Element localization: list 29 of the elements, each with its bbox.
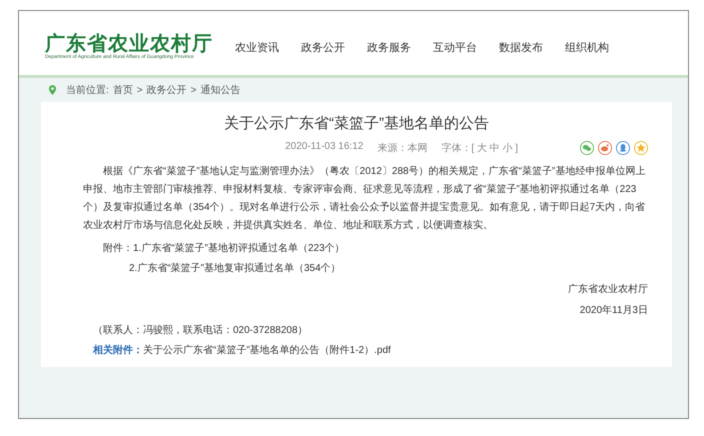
- star-icon[interactable]: [634, 141, 648, 155]
- contact-info: （联系人：冯骏熙，联系电话：020-37288208）: [93, 324, 309, 337]
- nav-link[interactable]: 政务公开: [301, 40, 345, 54]
- breadcrumb-link[interactable]: 首页: [112, 83, 133, 97]
- breadcrumb-label: 当前位置:: [66, 84, 109, 97]
- site-logo-title[interactable]: 广东省农业农村厅: [45, 32, 213, 54]
- publish-date: 2020-11-03 16:12: [285, 141, 364, 154]
- font-size-control[interactable]: 字体：[ 大 中 小 ]: [441, 141, 518, 155]
- attachment-link[interactable]: 关于公示广东省“菜篮子”基地名单的公告（附件1-2）.pdf: [143, 343, 391, 357]
- breadcrumb-link[interactable]: 通知公告: [200, 83, 240, 97]
- breadcrumb-separator: >: [190, 84, 196, 96]
- nav-link[interactable]: 互动平台: [433, 40, 477, 54]
- nav-link[interactable]: 政务服务: [367, 40, 411, 54]
- chat-bubbles-icon[interactable]: [580, 141, 594, 155]
- article-source: 来源：本网: [377, 142, 428, 155]
- breadcrumb-separator: >: [136, 84, 143, 96]
- breadcrumb-link[interactable]: 政务公开: [146, 83, 187, 97]
- location-pin-icon: [49, 85, 56, 95]
- nav-link[interactable]: 数据发布: [499, 40, 543, 54]
- nav-link[interactable]: 农业资讯: [235, 40, 279, 54]
- attachment-item: 2.广东省“菜篮子”基地复审拟通过名单（354个）: [129, 262, 342, 276]
- nav-link[interactable]: 组织机构: [565, 40, 609, 54]
- signature-date: 2020年11月3日: [580, 304, 648, 318]
- attachment-item: 1.广东省“菜篮子”基地初评拟通过名单（223个）: [133, 242, 345, 256]
- article-title: 关于公示广东省“菜篮子”基地名单的公告: [223, 114, 490, 133]
- penguin-icon[interactable]: [616, 141, 630, 155]
- related-attachments-label: 相关附件：: [93, 344, 143, 357]
- signature-org: 广东省农业农村厅: [568, 282, 648, 297]
- article-paragraph: 根据《广东省“菜篮子”基地认定与监测管理办法》（粤农〔2012〕288号）的相关规定，广东省“菜篮子”基地经申报单位网上申报、地市主管部门审核推荐、申报材料复核、专家评审会商、征求意见等流程，形成了省“菜篮子”基地初评拟通过名单（223个）及复审拟通过名单（354个）。现对名单进行公示，请社会公众予以监督并提宝贵意见。如有意见，请于即日起7天内，向省农业农村厅市场与信息化处反映，并提供真实姓名、单位、地址和联系方式，以便调查核实。: [83, 164, 646, 233]
